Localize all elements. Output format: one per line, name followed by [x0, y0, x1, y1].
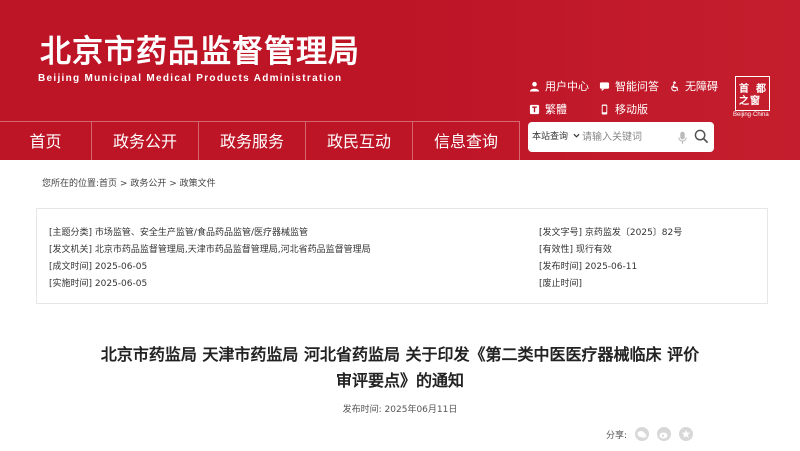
- tool-label: 移动版: [615, 103, 648, 116]
- mobile-version-link[interactable]: 移动版: [598, 101, 648, 117]
- meta-row: [发文字号] 京药监发〔2025〕82号: [539, 225, 682, 238]
- share-label: 分享:: [606, 430, 628, 441]
- search-scope-label: 本站查询: [532, 132, 569, 142]
- site-title[interactable]: 北京市药品监督管理局: [40, 26, 360, 71]
- breadcrumb-prefix: 您所在的位置:: [42, 179, 100, 189]
- accessibility-link[interactable]: 无障碍: [668, 78, 718, 94]
- meta-value: 2025-06-05: [94, 279, 148, 289]
- microphone-icon[interactable]: [678, 130, 687, 149]
- meta-key: [发文字号]: [539, 228, 583, 238]
- traditional-chinese-icon: [528, 103, 540, 115]
- meta-row: [实施时间] 2025-06-05: [49, 276, 147, 289]
- meta-key: [发文机关]: [49, 245, 93, 255]
- tool-label: 智能问答: [615, 80, 659, 93]
- mobile-icon: [598, 103, 610, 115]
- capital-window-logo[interactable]: 首 都 窗 之: [735, 76, 770, 111]
- article-title-line-2: 审评要点》的通知: [335, 371, 464, 390]
- nav-item-gov-services[interactable]: 政务服务: [199, 122, 306, 160]
- seal-caption: Beijing·China: [733, 112, 769, 118]
- site-subtitle: Beijing Municipal Medical Products Admin…: [38, 73, 343, 84]
- breadcrumb-separator: >: [117, 179, 131, 189]
- meta-value: 京药监发〔2025〕82号: [584, 228, 683, 238]
- meta-row: [成文时间] 2025-06-05: [49, 259, 147, 272]
- meta-row: [发文机关] 北京市药品监督管理局,天津市药品监督管理局,河北省药品监督管理局: [49, 242, 371, 255]
- smart-qa-link[interactable]: 智能问答: [598, 78, 659, 94]
- meta-key: [有效性]: [539, 245, 574, 255]
- meta-key: [发布时间]: [539, 262, 583, 272]
- nav-item-interaction[interactable]: 政民互动: [306, 122, 413, 160]
- seal-char: 之: [739, 96, 749, 107]
- publish-time-label: 发布时间:: [342, 405, 382, 415]
- seal-char: 窗: [750, 96, 760, 107]
- breadcrumb-separator: >: [166, 179, 180, 189]
- breadcrumb: 您所在的位置:首页 > 政务公开 > 政策文件: [42, 176, 216, 189]
- search-input[interactable]: [582, 129, 672, 145]
- site-header: 北京市药品监督管理局 Beijing Municipal Medical Pro…: [0, 0, 800, 160]
- search-box: 本站查询: [528, 122, 714, 152]
- breadcrumb-item-gov-affairs[interactable]: 政务公开: [130, 179, 166, 189]
- tool-label: 繁體: [545, 103, 567, 116]
- favorite-share-icon[interactable]: [679, 427, 694, 441]
- publish-time: 发布时间: 2025年06月11日: [0, 402, 800, 415]
- nav-item-info-query[interactable]: 信息查询: [413, 122, 520, 160]
- meta-key: [主题分类]: [49, 228, 93, 238]
- user-icon: [528, 80, 540, 92]
- document-metadata-panel: [主题分类] 市场监管、安全生产监管/食品药品监管/医疗器械监管 [发文机关] …: [36, 208, 768, 304]
- search-scope-select[interactable]: 本站查询: [532, 122, 580, 152]
- main-nav: 首页 政务公开 政务服务 政民互动 信息查询: [0, 121, 520, 160]
- meta-row: [废止时间]: [539, 276, 582, 289]
- chevron-down-icon: [573, 122, 580, 152]
- meta-value: 市场监管、安全生产监管/食品药品监管/医疗器械监管: [94, 228, 308, 238]
- meta-row: [主题分类] 市场监管、安全生产监管/食品药品监管/医疗器械监管: [49, 225, 308, 238]
- meta-row: [发布时间] 2025-06-11: [539, 259, 637, 272]
- share-bar: 分享:: [606, 427, 694, 441]
- breadcrumb-item-home[interactable]: 首页: [99, 179, 117, 189]
- meta-value: 2025-06-05: [94, 262, 148, 272]
- meta-key: [实施时间]: [49, 279, 93, 289]
- nav-item-home[interactable]: 首页: [0, 122, 92, 160]
- meta-value: 北京市药品监督管理局,天津市药品监督管理局,河北省药品监督管理局: [94, 245, 371, 255]
- meta-row: [有效性] 现行有效: [539, 242, 612, 255]
- weibo-share-icon[interactable]: [657, 427, 672, 441]
- breadcrumb-item-policy-docs[interactable]: 政策文件: [180, 179, 216, 189]
- accessibility-icon: [668, 80, 680, 92]
- chat-icon: [598, 80, 610, 92]
- meta-key: [废止时间]: [539, 279, 583, 289]
- publish-time-value: 2025年06月11日: [384, 405, 458, 415]
- nav-item-gov-affairs-open[interactable]: 政务公开: [92, 122, 199, 160]
- tool-label: 用户中心: [545, 80, 589, 93]
- traditional-chinese-link[interactable]: 繁體: [528, 101, 567, 117]
- article-title-line-1: 北京市药监局 天津市药监局 河北省药监局 关于印发《第二类中医医疗器械临床 评价: [100, 345, 700, 364]
- wechat-share-icon[interactable]: [635, 427, 650, 441]
- user-center-link[interactable]: 用户中心: [528, 78, 589, 94]
- meta-value: 现行有效: [575, 245, 612, 255]
- meta-key: [成文时间]: [49, 262, 93, 272]
- meta-value: 2025-06-11: [584, 262, 638, 272]
- tool-label: 无障碍: [685, 80, 718, 93]
- search-icon[interactable]: [694, 129, 709, 148]
